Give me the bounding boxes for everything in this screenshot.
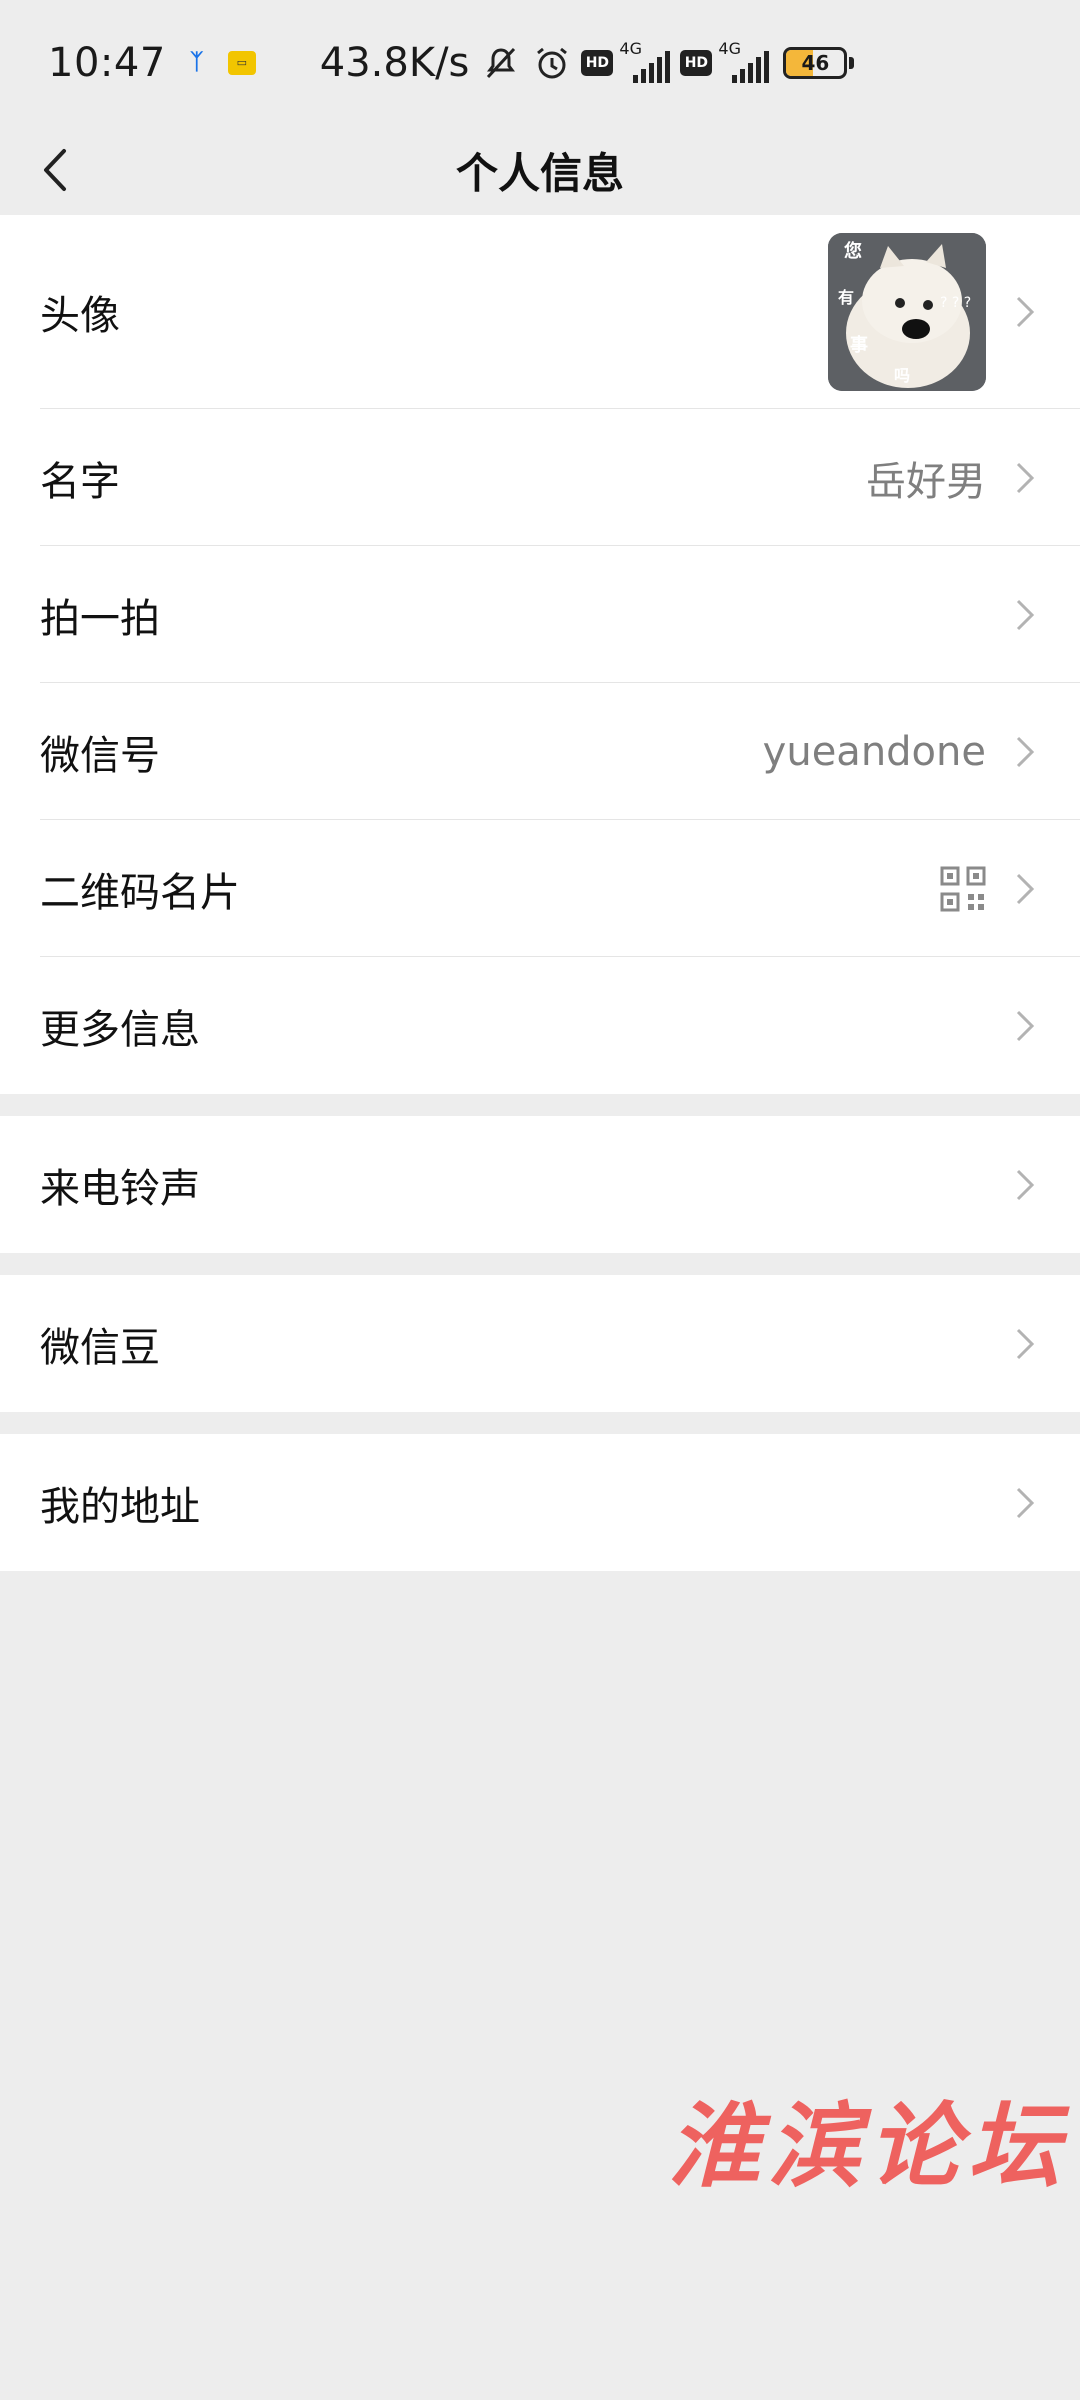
chevron-right-icon (1010, 1006, 1040, 1046)
page-title: 个人信息 (455, 148, 624, 198)
avatar-question-marks: ? ? ? (940, 295, 971, 311)
hd-badge-1: HD (581, 49, 614, 76)
name-value: 岳好男 (866, 458, 986, 505)
avatar-char-3: 事 (850, 334, 868, 356)
chevron-right-icon (1010, 732, 1040, 772)
row-label: 我的地址 (40, 1483, 200, 1530)
hd-badge-2: HD (680, 49, 713, 76)
avatar-char-1: 您 (844, 240, 862, 262)
chevron-right-icon (1010, 1165, 1040, 1205)
wechat-beans-group: 微信豆 (0, 1275, 1080, 1412)
chevron-right-icon (1010, 869, 1040, 909)
qr-code-icon (940, 866, 986, 912)
app-notification-icon: ▭ (227, 50, 256, 75)
row-ringtone[interactable]: 来电铃声 (0, 1116, 1080, 1253)
avatar-char-4: 吗 (894, 366, 910, 385)
status-time: 10:47 (48, 39, 166, 86)
row-label: 二维码名片 (40, 869, 240, 916)
row-qr-code[interactable]: 二维码名片 (0, 820, 1080, 957)
carrier-icon: ᛉ (190, 50, 204, 75)
chevron-right-icon (1010, 595, 1040, 635)
signal-tag-1: 4G (619, 38, 642, 58)
status-bar: 10:47 ᛉ ▭ 43.8K/s HD 4G HD 4G 46 (0, 0, 1080, 125)
row-label: 来电铃声 (40, 1165, 200, 1212)
row-label: 微信豆 (40, 1324, 160, 1371)
chevron-right-icon (1010, 1324, 1040, 1364)
profile-group: 头像 您 有 事 吗 ? ? ? 名字 岳好男 拍一拍 微信号 yueandon… (0, 215, 1080, 1094)
ringtone-group: 来电铃声 (0, 1116, 1080, 1253)
address-group: 我的地址 (0, 1434, 1080, 1571)
avatar-char-2: 有 (838, 288, 854, 307)
signal-icon-2: 4G (718, 39, 770, 83)
row-label: 拍一拍 (40, 595, 160, 642)
row-wechat-beans[interactable]: 微信豆 (0, 1275, 1080, 1412)
row-label: 名字 (40, 458, 120, 505)
avatar: 您 有 事 吗 ? ? ? (828, 233, 986, 391)
row-my-address[interactable]: 我的地址 (0, 1434, 1080, 1571)
row-avatar[interactable]: 头像 您 有 事 吗 ? ? ? (0, 215, 1080, 409)
signal-icon-1: 4G (619, 39, 671, 83)
back-arrow-icon (44, 149, 66, 191)
section-gap (0, 1412, 1080, 1434)
back-button[interactable] (30, 145, 80, 195)
forum-watermark: 淮滨论坛 (668, 2092, 1069, 2200)
battery-icon: 46 (783, 46, 855, 79)
row-name[interactable]: 名字 岳好男 (0, 409, 1080, 546)
mute-bell-icon (483, 45, 519, 81)
chevron-right-icon (1010, 1483, 1040, 1523)
row-more-info[interactable]: 更多信息 (0, 957, 1080, 1094)
row-label: 头像 (40, 293, 120, 339)
section-gap (0, 1253, 1080, 1275)
battery-level: 46 (801, 50, 830, 75)
row-label: 更多信息 (40, 1006, 200, 1053)
chevron-right-icon (1010, 292, 1040, 332)
row-pat[interactable]: 拍一拍 (0, 546, 1080, 683)
signal-tag-2: 4G (718, 38, 741, 58)
alarm-icon (533, 44, 571, 82)
section-gap (0, 1094, 1080, 1116)
row-wechat-id[interactable]: 微信号 yueandone (0, 683, 1080, 820)
network-speed: 43.8K/s (319, 39, 470, 86)
chevron-right-icon (1010, 458, 1040, 498)
row-label: 微信号 (40, 732, 160, 779)
wechat-id-value: yueandone (762, 728, 986, 775)
nav-bar: 个人信息 (0, 125, 1080, 215)
